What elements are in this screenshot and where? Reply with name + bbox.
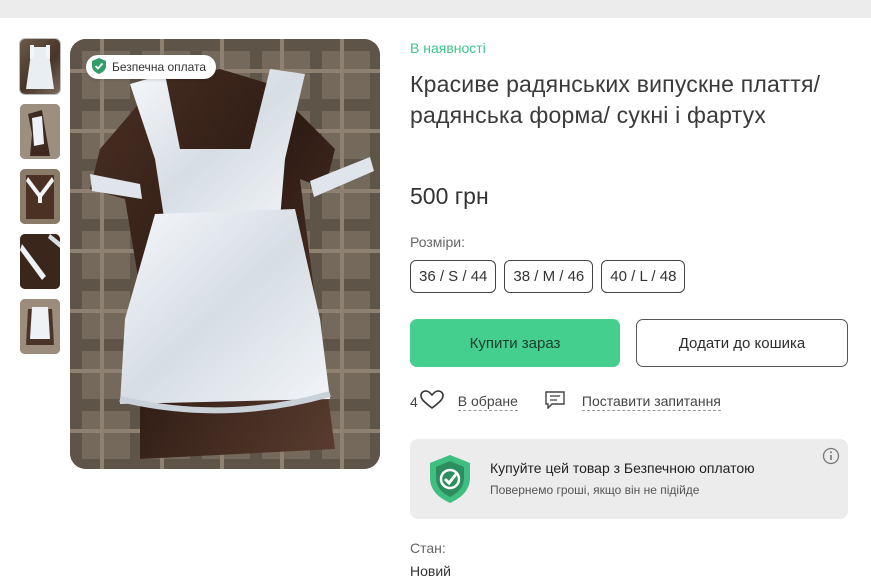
safe-payment-badge-label: Безпечна оплата [112,60,207,74]
size-option[interactable]: 38 / M / 46 [504,260,594,293]
thumbnail-list [20,39,60,364]
chat-icon[interactable] [544,391,566,412]
product-price: 500 грн [410,183,489,209]
favorites-count: 4 [410,393,418,410]
shield-check-icon [428,454,472,509]
condition-label: Стан: [410,540,446,556]
safe-payment-card: Купуйте цей товар з Безпечною оплатою По… [410,439,848,519]
product-main-photo[interactable] [70,39,380,469]
product-title: Красиве радянських випускне плаття/ радя… [410,71,821,128]
size-option[interactable]: 36 / S / 44 [410,260,497,293]
thumbnail-2[interactable] [20,104,60,159]
size-options: 36 / S / 44 38 / M / 46 40 / L / 48 [410,260,686,293]
thumbnail-3[interactable] [20,169,60,224]
availability-status: В наявності [410,40,486,56]
thumbnail-1[interactable] [20,39,60,94]
buy-now-button[interactable]: Купити зараз [410,319,620,367]
ask-question-link[interactable]: Поставити запитання [581,393,721,411]
size-option[interactable]: 40 / L / 48 [601,260,686,293]
add-to-favorites-link[interactable]: В обране [457,393,518,411]
safe-payment-badge: Безпечна оплата [86,55,217,79]
top-bar [0,0,871,18]
product-actions: 4 В обране Поставити запитання [410,390,721,413]
sizes-label: Розміри: [410,234,466,250]
thumbnail-4[interactable] [20,234,60,289]
heart-icon[interactable] [419,390,444,413]
shield-check-icon [92,57,106,77]
add-to-cart-button[interactable]: Додати до кошика [636,319,848,367]
thumbnail-5[interactable] [20,299,60,354]
safe-card-subtitle: Повернемо гроші, якщо він не підійде [490,483,700,497]
safe-card-title: Купуйте цей товар з Безпечною оплатою [490,460,755,476]
condition-value: Новий [410,563,451,579]
info-icon[interactable] [822,447,840,470]
